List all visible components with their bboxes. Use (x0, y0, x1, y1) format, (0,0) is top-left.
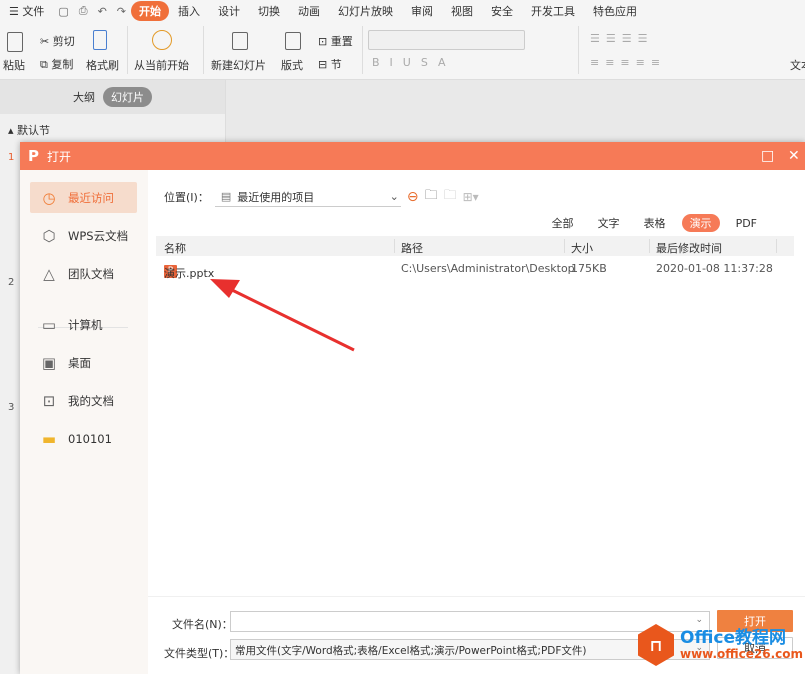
annotation-arrow (210, 279, 355, 352)
watermark-logo: ⊓ Office教程网 www.office26.com (638, 624, 803, 666)
office-logo-icon: ⊓ (638, 624, 674, 666)
watermark-url: www.office26.com (680, 647, 804, 661)
watermark-title: Office教程网 (680, 628, 787, 648)
arrow-shaft (227, 286, 355, 352)
arrow-head (210, 279, 240, 298)
